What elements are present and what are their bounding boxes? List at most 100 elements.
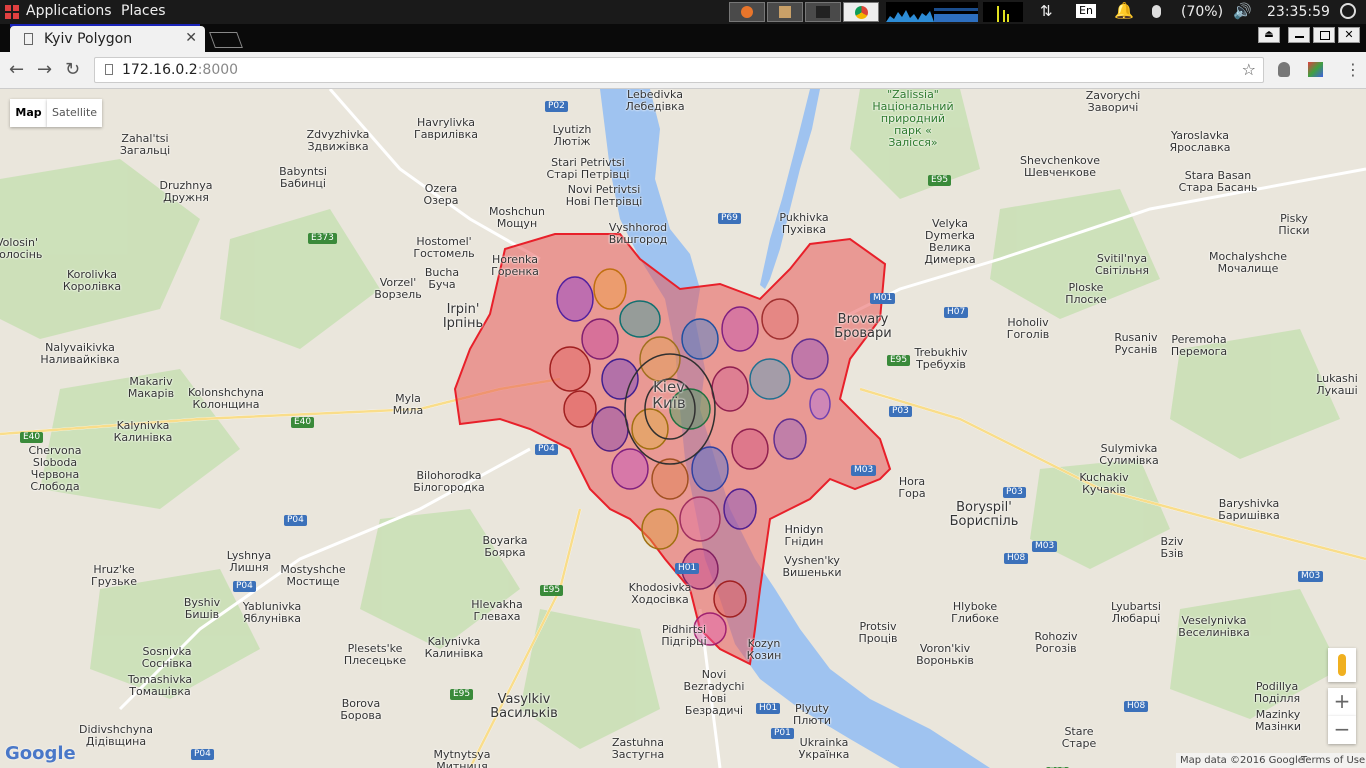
place-label: Plyuty Плюти: [792, 702, 832, 727]
extension-image-icon[interactable]: [1308, 62, 1323, 77]
forward-arrow-icon[interactable]: →: [37, 59, 52, 80]
road-shield: H07: [944, 307, 969, 318]
road-shield: E95: [450, 689, 474, 700]
url-host: 172.16.0.2: [122, 62, 198, 78]
place-label: Ploske Плоске: [1065, 281, 1107, 306]
place-label: Myla Мила: [392, 392, 424, 417]
network-arrows-icon[interactable]: ⇅: [1040, 2, 1053, 20]
clock[interactable]: 23:35:59: [1267, 4, 1330, 20]
place-label: Novi Petrivtsi Нові Петрівці: [565, 183, 643, 208]
map-type-map-button[interactable]: Map: [10, 99, 47, 127]
place-label: Stara Basan Стара Басань: [1178, 169, 1258, 194]
place-label: Bilohorodka Білогородка: [413, 469, 485, 494]
terminal-taskbar-button[interactable]: [805, 2, 841, 22]
minimize-button[interactable]: [1288, 27, 1310, 43]
place-label: Bziv Бзів: [1160, 535, 1184, 560]
back-arrow-icon[interactable]: ←: [9, 59, 24, 80]
firefox-taskbar-button[interactable]: [729, 2, 765, 22]
place-label: Vorzel' Ворзель: [374, 276, 422, 301]
place-label: Boyarka Боярка: [482, 534, 528, 559]
place-label: Baryshivka Баришівка: [1218, 497, 1280, 522]
place-label: Kuchakiv Кучаків: [1079, 471, 1129, 496]
close-tab-icon[interactable]: ✕: [185, 30, 197, 46]
chrome-icon: [855, 6, 868, 19]
map-attribution: Map data ©2016 Google: [1180, 755, 1304, 766]
restore-button[interactable]: [1313, 27, 1335, 43]
place-label: Plesets'ke Плесецьке: [343, 642, 407, 667]
mouse-icon[interactable]: [1152, 5, 1161, 18]
road-shield: P04: [191, 749, 214, 760]
place-label: Nalyvaikivka Наливайківка: [40, 341, 120, 366]
place-label: Hora Гора: [898, 475, 926, 500]
place-label: Sulymivka Сулимівка: [1099, 442, 1159, 467]
place-label: Pidhirtsi Підгірці: [661, 623, 707, 648]
window-user-button[interactable]: ⏏: [1258, 27, 1280, 43]
url-port: :8000: [197, 62, 239, 78]
road-shield: M01: [870, 293, 896, 304]
place-label: Byshiv Бишів: [183, 596, 221, 621]
power-icon[interactable]: [1340, 3, 1356, 19]
place-label: Mostyshche Мостище: [280, 563, 346, 588]
url-bar[interactable]: 172.16.0.2:8000 ☆: [94, 57, 1264, 83]
place-label: Lyutizh Лютіж: [552, 123, 592, 148]
notification-bell-icon[interactable]: 🔔: [1114, 1, 1134, 20]
bookmark-star-icon[interactable]: ☆: [1242, 60, 1256, 79]
place-label: Zastuhna Застугна: [611, 736, 665, 761]
place-label: Svitil'nya Світільня: [1094, 252, 1150, 277]
map-attribution-bar: Map data ©2016 Google Terms of Use: [1176, 753, 1366, 768]
place-label: Pukhivka Пухівка: [779, 211, 829, 236]
place-label: Druzhnya Дружня: [159, 179, 213, 204]
road-shield: P69: [718, 213, 741, 224]
keyboard-layout[interactable]: En: [1076, 4, 1096, 18]
place-label: Hruz'ke Грузьке: [91, 563, 137, 588]
place-label: Zahal'tsi Загальці: [119, 132, 171, 157]
page-info-icon[interactable]: [105, 64, 113, 75]
place-label: Voron'kiv Вороньків: [916, 642, 974, 667]
files-icon: [779, 6, 791, 18]
place-label: Velyka Dymerka Велика Димерка: [924, 217, 976, 266]
places-menu[interactable]: Places: [121, 3, 166, 19]
place-label: Havrylivka Гаврилівка: [413, 116, 479, 141]
map-type-satellite-button[interactable]: Satellite: [47, 99, 102, 127]
files-taskbar-button[interactable]: [767, 2, 803, 22]
place-label: Didivshchyna Дідівщина: [78, 723, 154, 748]
applications-menu[interactable]: Applications: [26, 3, 112, 19]
firefox-icon: [741, 6, 753, 18]
place-label: Vyshen'ky Вишеньки: [782, 554, 842, 579]
place-label: Peremoha Перемога: [1170, 333, 1228, 358]
place-label: Protsiv Проців: [858, 620, 898, 645]
google-map[interactable]: Map Satellite Lebedivka Лебедівка Zahal't…: [0, 89, 1366, 768]
street-view-pegman-icon[interactable]: [1328, 648, 1356, 682]
volume-icon[interactable]: 🔊: [1233, 2, 1252, 20]
battery-status[interactable]: (70%): [1181, 4, 1223, 20]
place-label: Hlevakha Глеваха: [471, 598, 523, 623]
road-shield: E95: [928, 175, 952, 186]
road-shield: H08: [1124, 701, 1149, 712]
browser-tab-kyiv-polygon[interactable]: Kyiv Polygon ✕: [10, 26, 205, 52]
terms-of-use-link[interactable]: Terms of Use: [1301, 753, 1365, 768]
place-label: "Zalissia" Національний природний парк «…: [872, 89, 954, 149]
close-window-button[interactable]: ✕: [1338, 27, 1360, 43]
browser-menu-icon[interactable]: ⋮: [1345, 60, 1361, 79]
zoom-out-button[interactable]: −: [1328, 716, 1356, 744]
place-label: Zavorychi Заворичі: [1085, 89, 1141, 114]
zoom-in-button[interactable]: +: [1328, 688, 1356, 716]
new-tab-button[interactable]: [209, 32, 243, 48]
extension-lightbulb-icon[interactable]: [1278, 62, 1290, 77]
road-shield: E40: [20, 432, 44, 443]
place-label: Yaroslavka Ярославка: [1169, 129, 1231, 154]
reload-icon[interactable]: ↻: [65, 59, 80, 80]
tab-title: Kyiv Polygon: [44, 31, 133, 47]
road-shield: P04: [233, 581, 256, 592]
page-icon: [24, 33, 33, 45]
applications-grid-icon[interactable]: [5, 5, 19, 19]
place-label: Khodosivka Ходосівка: [628, 581, 692, 606]
road-shield: P04: [535, 444, 558, 455]
chrome-taskbar-button[interactable]: [843, 2, 879, 22]
place-label: Lyshnya Лишня: [226, 549, 272, 574]
place-label: Kozyn Козин: [746, 637, 782, 662]
place-label: Vasylkiv Васильків: [490, 692, 558, 721]
place-label: Bucha Буча: [424, 266, 460, 291]
place-label: Makariv Макарів: [127, 375, 175, 400]
place-label: Sosnivka Соснівка: [141, 645, 193, 670]
